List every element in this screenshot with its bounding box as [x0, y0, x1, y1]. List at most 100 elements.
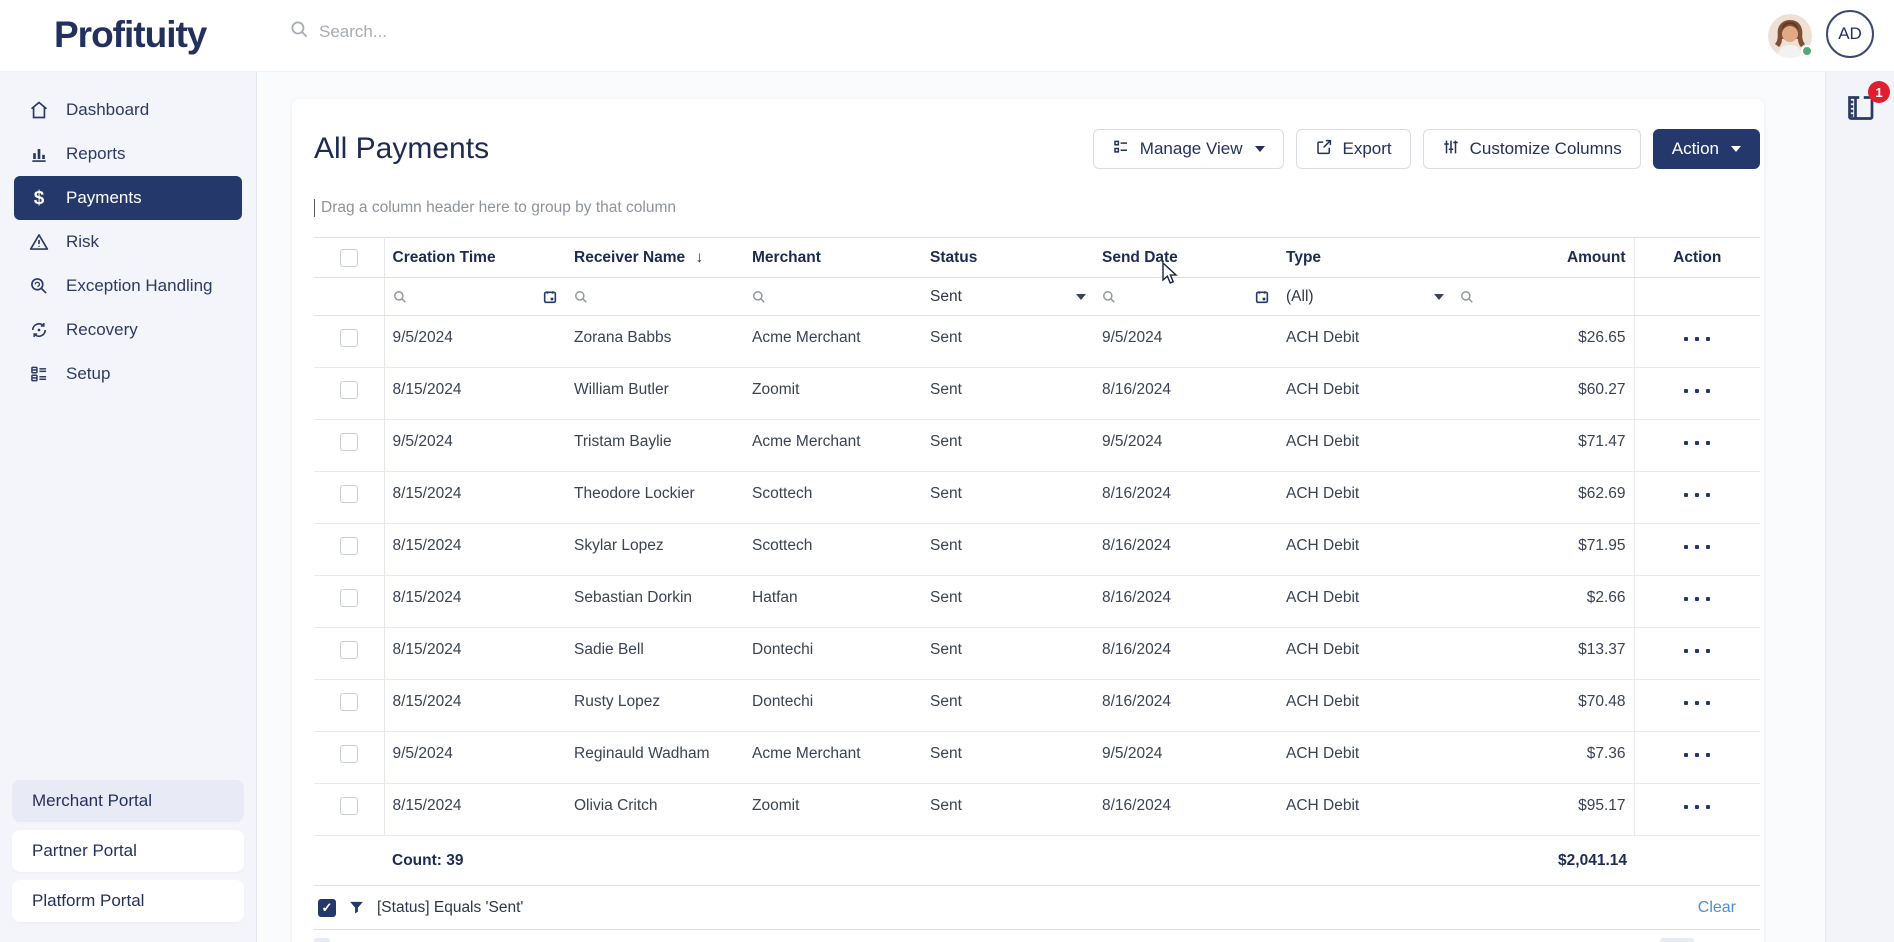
table-row[interactable]: 8/15/2024Sebastian DorkinHatfanSent8/16/…	[314, 576, 1760, 628]
portal-button-merchant[interactable]: Merchant Portal	[12, 780, 244, 822]
filter-row-spacer	[314, 278, 384, 316]
clear-filter-link[interactable]: Clear	[1698, 899, 1736, 917]
chevron-down-icon[interactable]	[1076, 294, 1086, 300]
search-input[interactable]	[319, 22, 679, 42]
toolbar: Manage View Export	[1093, 129, 1760, 169]
row-checkbox[interactable]	[340, 745, 358, 763]
row-select-cell	[314, 576, 384, 628]
search-icon	[1460, 290, 1474, 304]
column-header-amount[interactable]: Amount	[1452, 238, 1634, 278]
row-checkbox[interactable]	[340, 433, 358, 451]
select-all-cell	[314, 238, 384, 278]
filter-amount[interactable]	[1452, 278, 1634, 316]
filter-enabled-checkbox[interactable]: ✓	[318, 899, 336, 917]
filter-status[interactable]: Sent	[922, 278, 1094, 316]
row-actions-menu-button[interactable]	[1643, 693, 1753, 705]
chevron-down-icon[interactable]	[1434, 294, 1444, 300]
column-header-creation-time[interactable]: Creation Time	[384, 238, 566, 278]
table-row[interactable]: 8/15/2024Theodore LockierScottechSent8/1…	[314, 472, 1760, 524]
search-icon	[752, 290, 766, 304]
column-header-status[interactable]: Status	[922, 238, 1094, 278]
row-action-cell	[1634, 628, 1760, 680]
table-row[interactable]: 8/15/2024Sadie BellDontechiSent8/16/2024…	[314, 628, 1760, 680]
cell-receiver: Zorana Babbs	[566, 316, 744, 368]
cell-status: Sent	[922, 784, 1094, 836]
row-checkbox[interactable]	[340, 537, 358, 555]
sidebar-item-recovery[interactable]: Recovery	[14, 308, 242, 352]
table-row[interactable]: 9/5/2024Tristam BaylieAcme MerchantSent9…	[314, 420, 1760, 472]
row-actions-menu-button[interactable]	[1643, 381, 1753, 393]
row-select-cell	[314, 316, 384, 368]
cell-creation: 8/15/2024	[384, 472, 566, 524]
cell-senddate: 9/5/2024	[1094, 316, 1278, 368]
setup-list-icon	[28, 363, 50, 385]
sidebar-item-risk[interactable]: Risk	[14, 220, 242, 264]
column-header-merchant[interactable]: Merchant	[744, 238, 922, 278]
cell-type: ACH Debit	[1278, 732, 1452, 784]
row-action-cell	[1634, 316, 1760, 368]
row-actions-menu-button[interactable]	[1643, 745, 1753, 757]
table-row[interactable]: 9/5/2024Reginauld WadhamAcme MerchantSen…	[314, 732, 1760, 784]
row-actions-menu-button[interactable]	[1643, 797, 1753, 809]
sliders-icon	[1442, 138, 1460, 161]
calendar-icon[interactable]	[542, 289, 558, 305]
filter-action-spacer	[1634, 278, 1760, 316]
column-header-send-date[interactable]: Send Date	[1094, 238, 1278, 278]
filter-merchant[interactable]	[744, 278, 922, 316]
portal-button-platform[interactable]: Platform Portal	[12, 880, 244, 922]
panel-toggle-button[interactable]: 1	[1842, 90, 1878, 131]
row-checkbox[interactable]	[340, 797, 358, 815]
export-button[interactable]: Export	[1296, 129, 1411, 169]
sidebar-item-dashboard[interactable]: Dashboard	[14, 88, 242, 132]
sidebar-item-reports[interactable]: Reports	[14, 132, 242, 176]
table-row[interactable]: 8/15/2024William ButlerZoomitSent8/16/20…	[314, 368, 1760, 420]
table-row[interactable]: 8/15/2024Skylar LopezScottechSent8/16/20…	[314, 524, 1760, 576]
search-icon	[393, 290, 407, 304]
sidebar-item-payments[interactable]: $ Payments	[14, 176, 242, 220]
row-checkbox[interactable]	[340, 485, 358, 503]
filter-send-date[interactable]	[1094, 278, 1278, 316]
row-checkbox[interactable]	[340, 381, 358, 399]
filter-creation-time[interactable]	[384, 278, 566, 316]
cell-creation: 8/15/2024	[384, 524, 566, 576]
row-action-cell	[1634, 680, 1760, 732]
customize-columns-button[interactable]: Customize Columns	[1423, 129, 1641, 169]
row-checkbox[interactable]	[340, 641, 358, 659]
table-row[interactable]: 8/15/2024Rusty LopezDontechiSent8/16/202…	[314, 680, 1760, 732]
account-badge[interactable]: AD	[1826, 10, 1874, 58]
filter-type[interactable]: (All)	[1278, 278, 1452, 316]
row-checkbox[interactable]	[340, 589, 358, 607]
user-avatar[interactable]	[1768, 14, 1812, 58]
row-actions-menu-button[interactable]	[1643, 485, 1753, 497]
cell-status: Sent	[922, 680, 1094, 732]
row-actions-menu-button[interactable]	[1643, 641, 1753, 653]
page-title: All Payments	[314, 132, 489, 166]
cell-senddate: 8/16/2024	[1094, 628, 1278, 680]
filter-receiver-name[interactable]	[566, 278, 744, 316]
table-row[interactable]: 8/15/2024Olivia CritchZoomitSent8/16/202…	[314, 784, 1760, 836]
row-actions-menu-button[interactable]	[1643, 329, 1753, 341]
cell-status: Sent	[922, 420, 1094, 472]
row-actions-menu-button[interactable]	[1643, 433, 1753, 445]
cell-amount: $26.65	[1452, 316, 1634, 368]
row-checkbox[interactable]	[340, 329, 358, 347]
row-actions-menu-button[interactable]	[1643, 537, 1753, 549]
table-row[interactable]: 9/5/2024Zorana BabbsAcme MerchantSent9/5…	[314, 316, 1760, 368]
portal-button-partner[interactable]: Partner Portal	[12, 830, 244, 872]
cell-merchant: Acme Merchant	[744, 732, 922, 784]
manage-view-button[interactable]: Manage View	[1093, 129, 1284, 169]
sidebar-nav: Dashboard Reports $ Payments	[0, 72, 256, 396]
select-all-checkbox[interactable]	[340, 249, 358, 267]
column-header-action: Action	[1634, 238, 1760, 278]
column-header-receiver-name[interactable]: Receiver Name ↓	[566, 238, 744, 278]
row-action-cell	[1634, 784, 1760, 836]
row-checkbox[interactable]	[340, 693, 358, 711]
cell-merchant: Hatfan	[744, 576, 922, 628]
sidebar-item-setup[interactable]: Setup	[14, 352, 242, 396]
cell-status: Sent	[922, 316, 1094, 368]
column-header-type[interactable]: Type	[1278, 238, 1452, 278]
row-actions-menu-button[interactable]	[1643, 589, 1753, 601]
sidebar-item-exception-handling[interactable]: Exception Handling	[14, 264, 242, 308]
calendar-icon[interactable]	[1254, 289, 1270, 305]
action-button[interactable]: Action	[1653, 129, 1760, 169]
